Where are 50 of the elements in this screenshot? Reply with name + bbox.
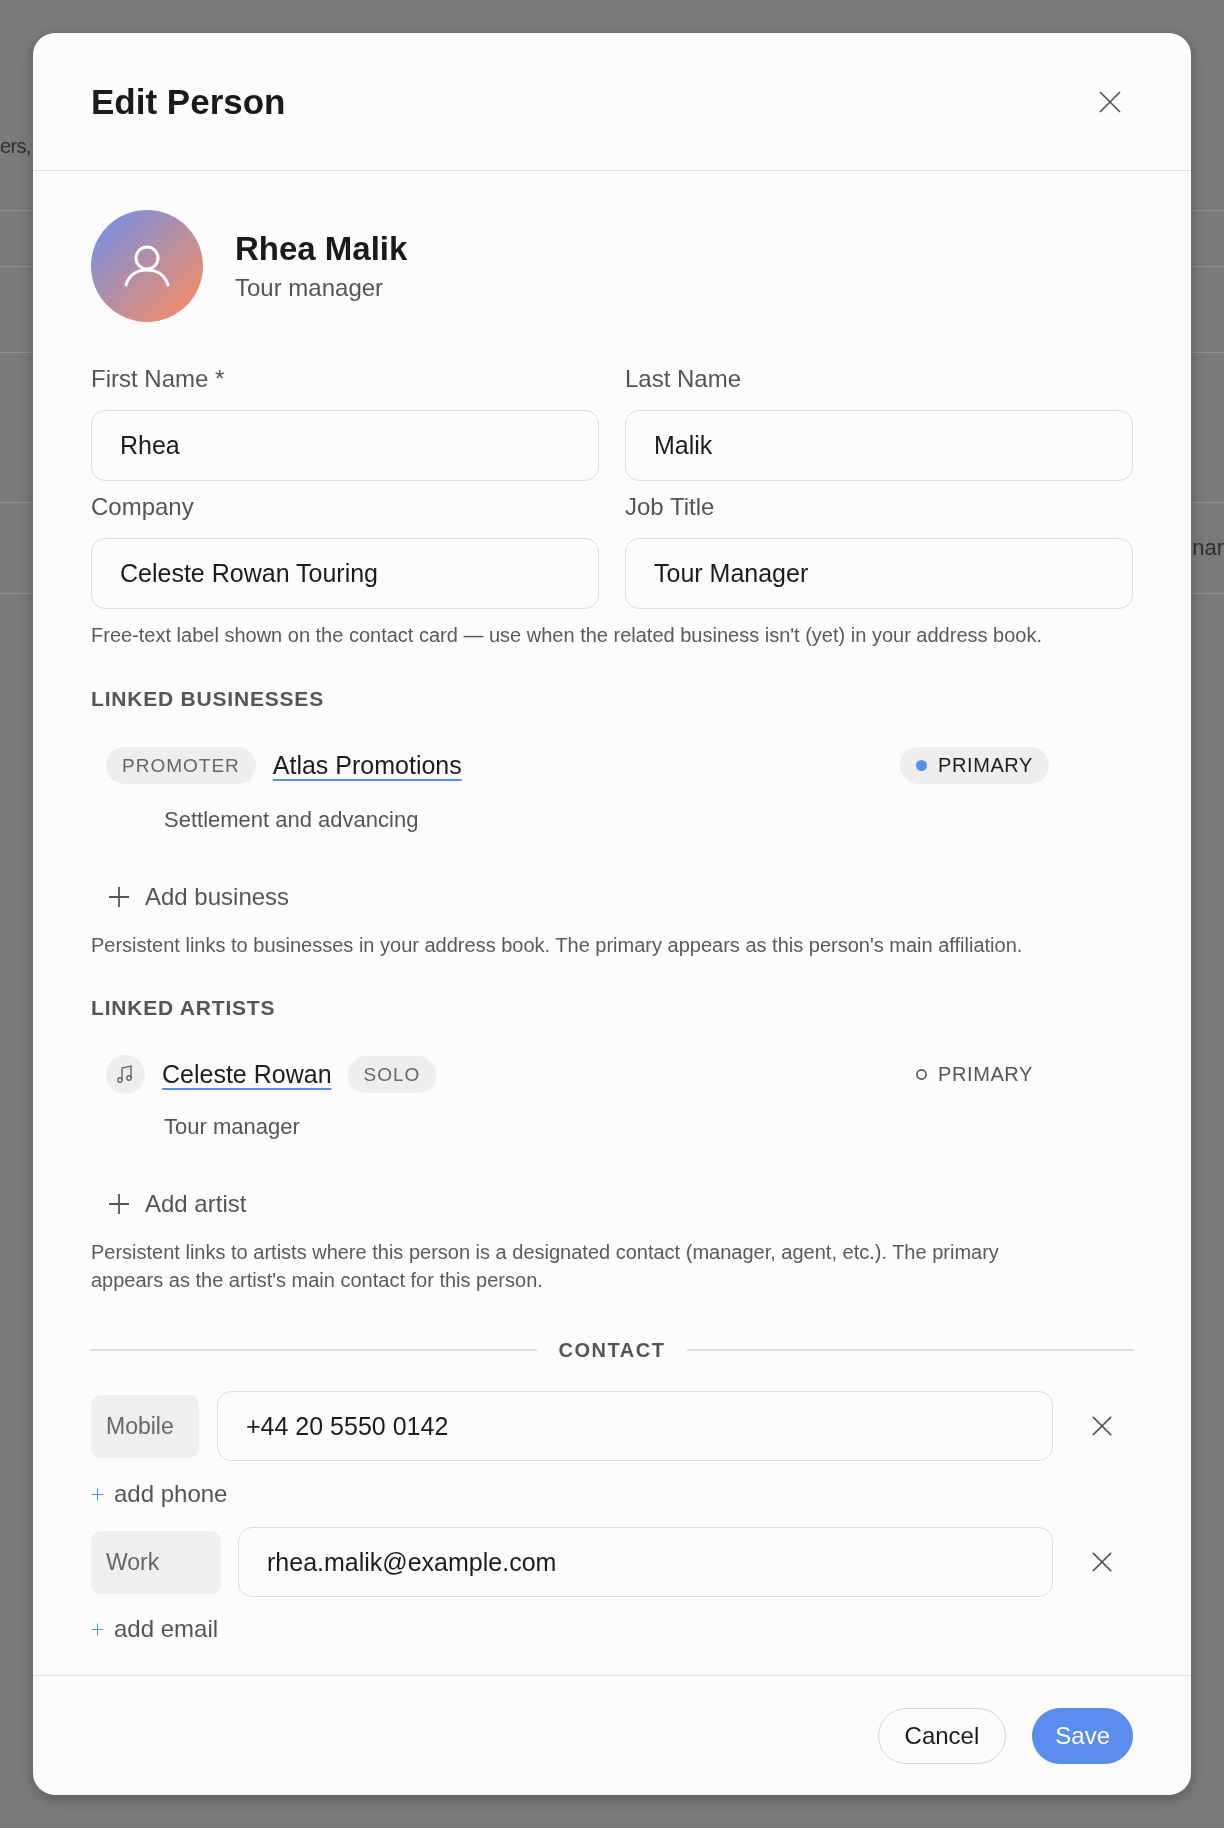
text-field[interactable]: Celeste Rowan Touring [91,538,599,609]
field-label: Company [91,493,195,521]
remove-button[interactable] [1091,1415,1113,1437]
close-icon [1098,89,1122,114]
plus-icon [91,1622,104,1636]
category-tag: SOLO [347,1056,437,1093]
hint-text: Free-text label shown on the contact card — use when the related business isn't (yet) in your address book. [91,623,1043,648]
text-field[interactable]: Tour Manager [625,538,1133,609]
profile-subtitle: Tour manager [235,274,385,302]
type-select[interactable]: Work [91,1530,221,1594]
phone-field[interactable]: +44 20 5550 0142 [217,1391,1053,1461]
field-label: First Name * [91,365,226,393]
primary-toggle[interactable]: PRIMARY [900,747,1049,784]
hint-text: Persistent links to artists where this person is a designated contact (manager, agent, etc.). The primary appears as the artist's main contact for this person. [91,1240,1000,1293]
cross-icon [1091,1415,1113,1437]
add-artist-button[interactable]: Add artist [108,1190,247,1218]
category-tag: PROMOTER [106,747,256,784]
artist-link[interactable]: Celeste Rowan [162,1060,332,1089]
secondary-button[interactable]: Cancel [877,1707,1007,1764]
email-field[interactable]: rhea.malik@example.com [238,1527,1053,1597]
plus-icon [91,1487,104,1501]
section-heading: CONTACT [558,1338,666,1362]
cross-icon [1091,1551,1113,1573]
background-text: nar [1192,535,1224,561]
close-button[interactable] [1098,89,1122,114]
primary-toggle[interactable]: PRIMARY [900,1056,1049,1093]
music-note-icon [106,1055,145,1094]
remove-button[interactable] [1091,1551,1113,1573]
text-field[interactable]: Malik [625,410,1133,481]
section-heading: LINKED BUSINESSES [91,687,325,711]
field-label: Job Title [625,493,716,521]
text-field[interactable]: Rhea [91,410,599,481]
dialog-title: Edit Person [91,81,286,122]
status-dot-icon [916,760,928,771]
add-business-button[interactable]: Add business [108,883,290,911]
add-phone-link[interactable]: add phone [91,1480,228,1508]
plus-icon [108,1193,130,1215]
field-label: Last Name [625,365,743,393]
add-email-link[interactable]: add email [91,1615,219,1643]
business-link[interactable]: Atlas Promotions [272,751,462,780]
role-note: Settlement and advancing [164,807,420,833]
profile-name: Rhea Malik [235,230,408,268]
status-dot-icon [916,1069,928,1080]
plus-icon [108,886,130,908]
hint-text: Persistent links to businesses in your address book. The primary appears as this person's main affiliation. [91,933,1024,958]
type-select[interactable]: Mobile [91,1394,199,1458]
avatar-icon [91,210,203,322]
role-note: Tour manager [164,1114,301,1140]
section-heading: LINKED ARTISTS [91,996,277,1020]
background-text: ers, [0,134,31,159]
